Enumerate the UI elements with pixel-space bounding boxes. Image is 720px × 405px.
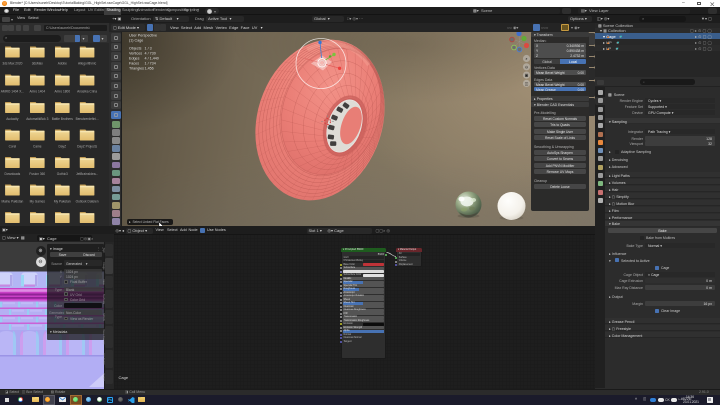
svg-text:Gothic3: Gothic3 — [57, 172, 68, 176]
svg-text:My Paketan: My Paketan — [54, 200, 71, 204]
svg-text:3dsMax: 3dsMax — [32, 62, 44, 66]
svg-text:Anselka Crina: Anselka Crina — [77, 90, 97, 94]
svg-text:1 / 734: 1 / 734 — [145, 61, 156, 65]
svg-text:Faces: Faces — [129, 61, 139, 65]
svg-text:Amro 1404: Amro 1404 — [30, 90, 46, 94]
svg-text:AMRO 1404 X...: AMRO 1404 X... — [1, 90, 24, 94]
svg-text:Fusion 360: Fusion 360 — [29, 172, 45, 176]
svg-text:JetBrainsIdea...: JetBrainsIdea... — [76, 172, 98, 176]
svg-text:Downloads: Downloads — [5, 172, 21, 176]
svg-text:Objects: Objects — [129, 46, 142, 50]
svg-text:3ds Max 2020: 3ds Max 2020 — [2, 62, 22, 66]
svg-text:Amro 1800: Amro 1800 — [55, 90, 71, 94]
svg-text:1 / 3: 1 / 3 — [145, 46, 152, 50]
svg-text:Benutzerdefini...: Benutzerdefini... — [76, 117, 99, 121]
svg-text:◫: ◫ — [525, 80, 529, 85]
svg-text:Vertices: Vertices — [129, 51, 142, 55]
svg-text:Edges: Edges — [129, 56, 140, 60]
svg-text:User Perspective: User Perspective — [129, 33, 157, 37]
svg-text:Corel: Corel — [9, 145, 17, 149]
svg-text:Adobe: Adobe — [58, 62, 67, 66]
svg-text:Outlook Dateien: Outlook Dateien — [76, 200, 99, 204]
svg-text:Mainu Pakistan: Mainu Pakistan — [2, 200, 24, 204]
svg-text:Came: Came — [33, 145, 42, 149]
svg-text:(1) Cage: (1) Cage — [129, 38, 143, 42]
svg-text:Battle Brothers: Battle Brothers — [52, 117, 73, 121]
svg-text:Triangles: Triangles — [129, 66, 144, 70]
svg-text:1,456: 1,456 — [145, 66, 154, 70]
svg-text:DayZ Projects: DayZ Projects — [77, 145, 97, 149]
svg-text:▣: ▣ — [525, 72, 529, 77]
svg-text:Allegorithmic: Allegorithmic — [78, 62, 97, 66]
svg-text:My Games: My Games — [30, 200, 46, 204]
svg-text:⊖: ⊖ — [525, 64, 528, 69]
svg-text:4 / 1,440: 4 / 1,440 — [145, 56, 159, 60]
svg-text:4 / 730: 4 / 730 — [145, 51, 156, 55]
svg-text:AutomatikBck 3: AutomatikBck 3 — [26, 117, 48, 121]
svg-text:Audacity: Audacity — [6, 117, 19, 121]
svg-text:DayZ: DayZ — [58, 145, 66, 149]
svg-text:⌕: ⌕ — [525, 56, 527, 61]
